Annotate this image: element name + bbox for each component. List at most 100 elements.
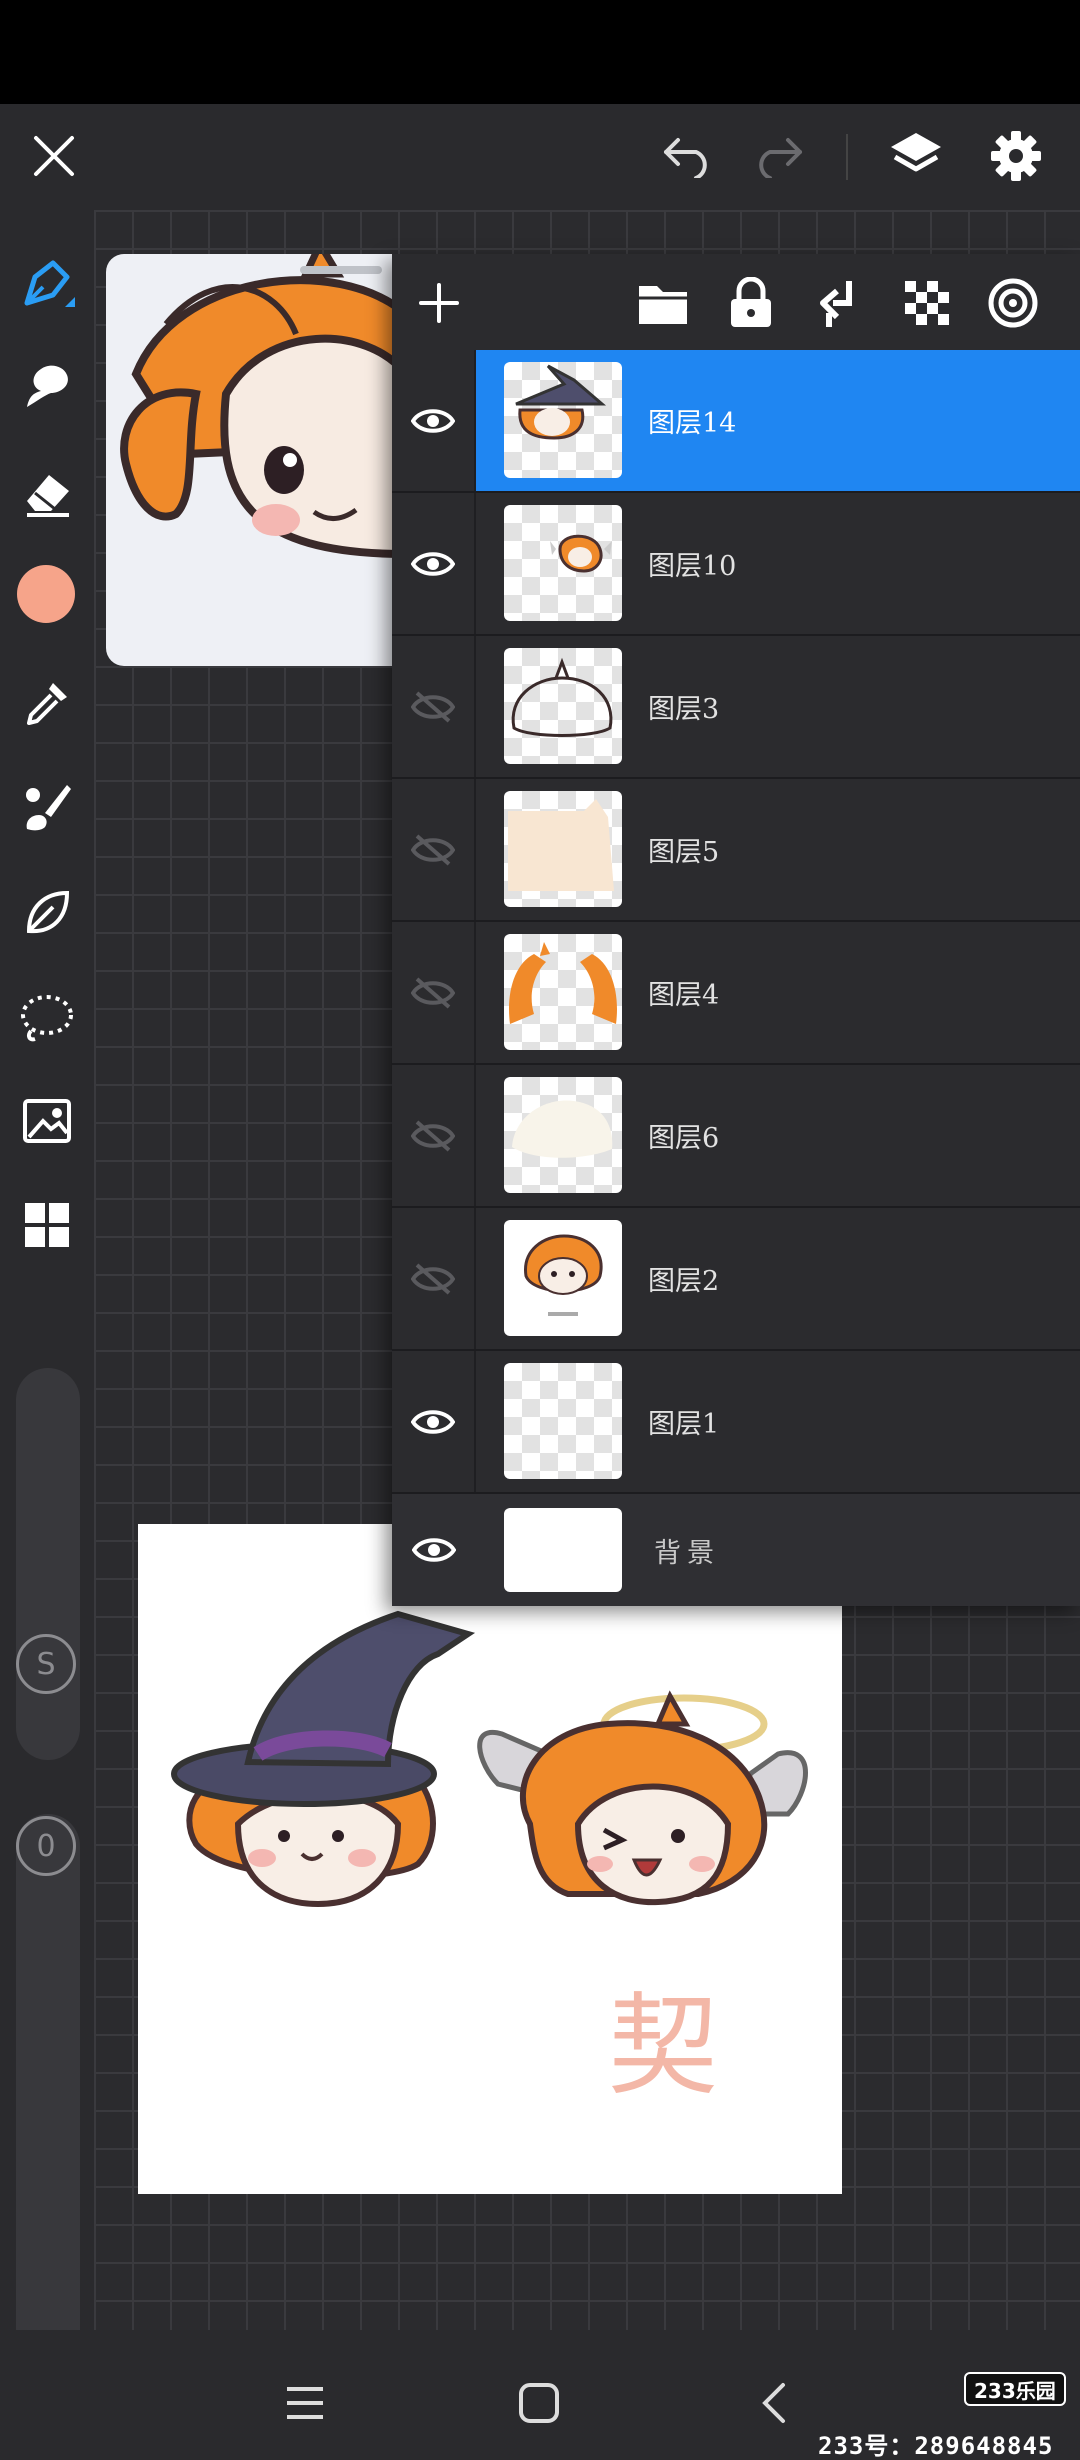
add-layer-button[interactable] [404, 268, 474, 338]
eye-icon [411, 551, 455, 576]
layers-button[interactable] [880, 122, 952, 190]
size-indicator: S [16, 1634, 76, 1694]
layer-thumbnail [504, 648, 622, 764]
opacity-slider[interactable] [16, 1814, 80, 2414]
layer-row[interactable]: 图层3 [392, 636, 1080, 779]
layer-thumbnail [504, 1363, 622, 1479]
opacity-indicator: 0 [16, 1816, 76, 1876]
layer-thumbnail [504, 791, 622, 907]
top-toolbar [0, 104, 1080, 210]
leaf-icon [26, 890, 70, 934]
recent-apps-button[interactable] [270, 2368, 340, 2438]
eyedropper-tool[interactable] [12, 668, 82, 738]
eraser-tool[interactable] [12, 456, 82, 526]
layers-panel: 图层14 图层10 图层3 图层5 图层4 图层6 图层2 图层1 背景 [392, 254, 1080, 1606]
eye-off-icon [411, 833, 455, 866]
layer-row[interactable]: 图层4 [392, 922, 1080, 1065]
transparency-button[interactable] [892, 268, 962, 338]
layer-thumbnail [504, 1220, 622, 1336]
back-button[interactable] [740, 2368, 810, 2438]
redo-button[interactable] [744, 124, 812, 188]
brush-size-slider[interactable] [16, 1368, 80, 1760]
merge-down-icon [820, 281, 852, 327]
fill-tool[interactable] [12, 878, 82, 948]
layer-name: 图层4 [648, 980, 720, 1011]
visibility-toggle[interactable] [392, 922, 476, 1063]
visibility-toggle[interactable] [392, 779, 476, 920]
visibility-toggle[interactable] [392, 1208, 476, 1349]
tool-sidebar: S 0 [0, 210, 94, 2414]
layer-thumbnail [504, 1077, 622, 1193]
layer-row-background[interactable]: 背景 [392, 1494, 1080, 1606]
signature-text: 契 [608, 1982, 718, 2110]
settings-button[interactable] [982, 122, 1050, 190]
eye-off-icon [411, 1262, 455, 1295]
undo-icon [664, 138, 707, 178]
layer-options-button[interactable] [978, 268, 1048, 338]
eye-off-icon [411, 1119, 455, 1152]
add-icon [419, 283, 459, 323]
layer-name: 背景 [654, 1537, 720, 1569]
checker-icon [905, 281, 949, 325]
layer-row[interactable]: 图层1 [392, 1351, 1080, 1494]
undo-button[interactable] [654, 124, 722, 188]
eye-off-icon [411, 690, 455, 723]
close-button[interactable] [22, 124, 86, 188]
image-icon [23, 1099, 71, 1143]
lasso-tool[interactable] [12, 982, 82, 1052]
visibility-toggle[interactable] [392, 1065, 476, 1206]
home-icon [519, 2383, 559, 2423]
id-watermark: 233号：289648845 [818, 2432, 1054, 2460]
layers-icon [891, 133, 941, 172]
layer-row[interactable]: 图层5 [392, 779, 1080, 922]
layer-thumbnail [504, 362, 622, 478]
lasso-icon [21, 995, 73, 1042]
visibility-toggle[interactable] [392, 636, 476, 777]
layer-name: 图层2 [648, 1266, 720, 1297]
layer-name: 图层1 [648, 1409, 720, 1440]
layer-row[interactable]: 图层6 [392, 1065, 1080, 1208]
artwork: 契 [171, 1610, 808, 2110]
eye-icon [412, 1538, 456, 1562]
pen-icon [24, 260, 75, 307]
grid-icon [25, 1203, 69, 1247]
layer-name: 图层3 [648, 694, 720, 725]
reference-drag-handle[interactable] [300, 266, 382, 274]
brush-tool[interactable] [12, 772, 82, 842]
smudge-icon [27, 365, 68, 407]
color-swatch[interactable] [14, 562, 78, 626]
layer-name: 图层10 [648, 551, 737, 582]
layer-name: 图层6 [648, 1123, 720, 1154]
image-tool[interactable] [12, 1086, 82, 1156]
back-icon [762, 2383, 785, 2423]
redo-icon [759, 138, 802, 178]
close-icon [34, 136, 74, 176]
lock-layer-button[interactable] [716, 268, 786, 338]
eraser-icon [27, 475, 69, 517]
layer-row[interactable]: 图层14 [392, 350, 1080, 493]
witch-character [171, 1610, 476, 1908]
new-group-button[interactable] [628, 268, 698, 338]
pen-tool[interactable] [12, 250, 82, 320]
visibility-toggle[interactable] [392, 1351, 476, 1492]
gear-icon [991, 131, 1041, 181]
visibility-toggle[interactable] [392, 350, 476, 491]
color-circle [17, 565, 75, 623]
lock-icon [731, 277, 771, 327]
angel-character [477, 1690, 808, 1906]
layer-row[interactable]: 图层2 [392, 1208, 1080, 1351]
grid-tool[interactable] [12, 1190, 82, 1260]
home-button[interactable] [504, 2368, 574, 2438]
eye-icon [411, 1409, 455, 1434]
layer-thumbnail [504, 1508, 622, 1592]
menu-icon [287, 2387, 323, 2419]
status-bar [0, 0, 1080, 104]
smudge-tool[interactable] [12, 350, 82, 420]
drawing-canvas[interactable]: 契 [138, 1524, 842, 2194]
layer-row[interactable]: 图层10 [392, 493, 1080, 636]
layers-panel-toolbar [392, 254, 1080, 350]
visibility-toggle[interactable] [392, 493, 476, 634]
eyedropper-icon [27, 683, 67, 725]
merge-down-button[interactable] [804, 268, 874, 338]
visibility-toggle[interactable] [392, 1494, 476, 1606]
